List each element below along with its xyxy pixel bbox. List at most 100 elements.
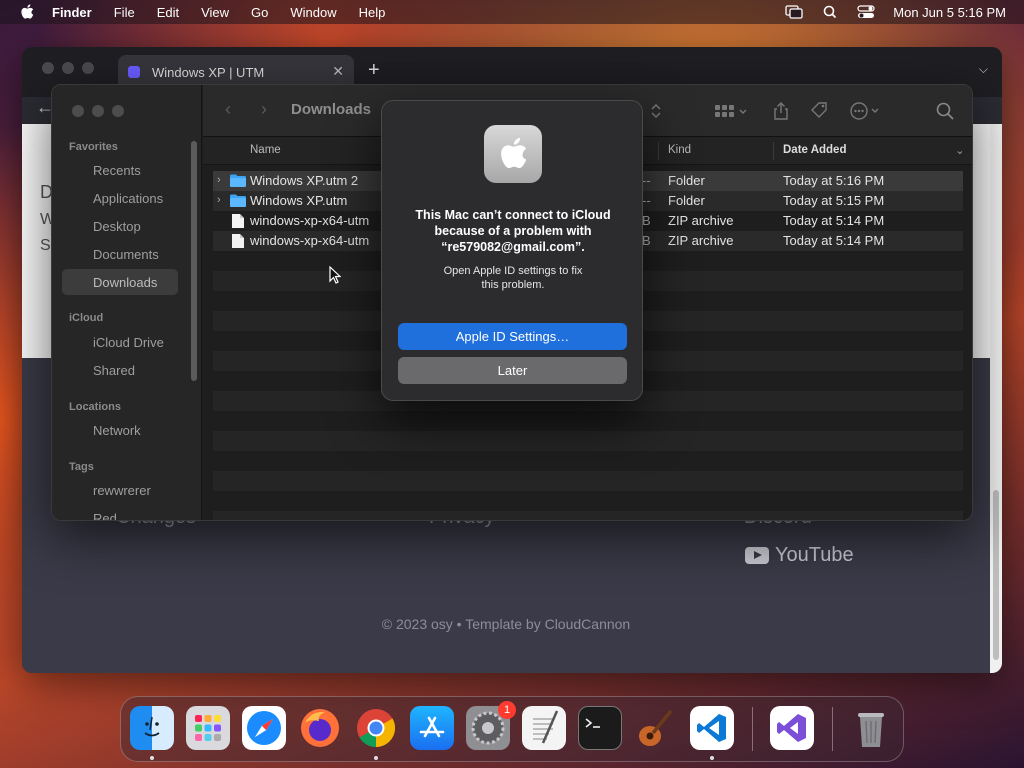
file-kind: Folder (668, 173, 705, 188)
sidebar-scrollbar[interactable] (191, 141, 197, 381)
dock-launchpad[interactable] (186, 706, 230, 750)
sidebar-item-icloud-drive[interactable]: iCloud Drive (62, 329, 178, 355)
firefox-icon (301, 709, 339, 747)
menu-app-name[interactable]: Finder (52, 5, 92, 20)
footer-youtube-link[interactable]: YouTube (745, 544, 854, 567)
sidebar-header-favorites: Favorites (69, 141, 118, 153)
dock-trash[interactable] (849, 706, 893, 750)
sort-chevron-icon[interactable]: ⌄ (955, 143, 965, 157)
safari-compass-icon (247, 711, 281, 745)
browser-close-dot[interactable] (42, 62, 54, 74)
path-updown-icon[interactable] (650, 101, 662, 121)
file-name: windows-xp-x64-utm (250, 233, 370, 248)
sidebar-item-recents[interactable]: Recents (62, 157, 178, 183)
menu-edit[interactable]: Edit (157, 5, 179, 20)
dock-safari[interactable] (242, 706, 286, 750)
file-size: -- (642, 173, 651, 188)
launchpad-grid-icon (195, 715, 221, 741)
sidebar-item-network[interactable]: Network (62, 417, 178, 443)
menu-window[interactable]: Window (290, 5, 336, 20)
file-date-added: Today at 5:15 PM (783, 193, 885, 208)
system-settings-app-icon (484, 125, 542, 183)
file-size: B (642, 233, 651, 248)
document-icon (232, 234, 244, 248)
column-kind[interactable]: Kind (668, 144, 691, 156)
app-store-icon (419, 716, 445, 738)
later-button[interactable]: Later (398, 357, 627, 384)
dock-textedit[interactable] (522, 706, 566, 750)
file-kind: ZIP archive (668, 213, 734, 228)
screen-mirroring-icon[interactable] (785, 5, 803, 19)
menu-view[interactable]: View (201, 5, 229, 20)
file-date-added: Today at 5:14 PM (783, 233, 885, 248)
textedit-icon (533, 710, 559, 744)
dock-finder[interactable] (130, 706, 174, 750)
tag-icon[interactable] (809, 101, 829, 121)
file-date-added: Today at 5:14 PM (783, 213, 885, 228)
browser-minimize-dot[interactable] (62, 62, 74, 74)
sidebar-item-tag[interactable]: Red (62, 505, 178, 521)
sidebar-item-downloads[interactable]: Downloads (62, 269, 178, 295)
sidebar-item-documents[interactable]: Documents (62, 241, 178, 267)
trash-icon (858, 713, 884, 747)
browser-zoom-dot[interactable] (82, 62, 94, 74)
forward-chevron-icon[interactable]: › (261, 99, 267, 120)
icloud-alert-dialog: This Mac can’t connect to iCloud because… (381, 100, 643, 401)
dock-firefox[interactable] (298, 706, 342, 750)
tab-list-chevron-icon[interactable]: ⌵ (979, 62, 988, 77)
column-name[interactable]: Name (250, 144, 281, 156)
new-tab-icon[interactable]: + (368, 59, 380, 82)
running-indicator (710, 756, 714, 760)
sidebar-item-applications[interactable]: Applications (62, 185, 178, 211)
alert-message-line: Open Apple ID settings to fix (443, 265, 583, 277)
utm-favicon-icon (128, 66, 140, 78)
browser-scrollbar[interactable] (990, 124, 1002, 673)
dock-visual-studio[interactable] (770, 706, 814, 750)
browser-tab-title: Windows XP | UTM (152, 64, 265, 80)
dock-garageband[interactable] (634, 706, 678, 750)
column-separator[interactable] (773, 142, 774, 160)
control-center-icon[interactable] (857, 5, 875, 19)
view-options-icon[interactable] (713, 101, 749, 121)
dock-app-store[interactable] (410, 706, 454, 750)
running-indicator (150, 756, 154, 760)
menu-help[interactable]: Help (359, 5, 386, 20)
dock-chrome[interactable] (354, 706, 398, 750)
spotlight-search-icon[interactable] (821, 5, 839, 19)
dock-vscode[interactable] (690, 706, 734, 750)
file-name: windows-xp-x64-utm (250, 213, 370, 228)
column-date-added[interactable]: Date Added (783, 144, 846, 156)
apple-id-settings-button[interactable]: Apple ID Settings… (398, 323, 627, 350)
folder-title: Downloads (291, 101, 372, 118)
menu-clock[interactable]: Mon Jun 5 5:16 PM (893, 5, 1006, 20)
apple-menu-icon[interactable] (20, 4, 34, 20)
menu-file[interactable]: File (114, 5, 135, 20)
back-chevron-icon[interactable]: ‹ (225, 99, 231, 120)
vscode-icon (697, 714, 726, 742)
column-separator[interactable] (658, 142, 659, 160)
search-icon[interactable] (935, 101, 955, 121)
disclosure-chevron-icon[interactable]: › (217, 174, 221, 186)
sidebar-item-desktop[interactable]: Desktop (62, 213, 178, 239)
alert-message: Open Apple ID settings to fix this probl… (402, 264, 624, 292)
sidebar-item-shared[interactable]: Shared (62, 357, 178, 383)
finder-zoom-button[interactable] (112, 105, 124, 117)
alert-message-line: this problem. (481, 279, 545, 291)
disclosure-chevron-icon[interactable]: › (217, 194, 221, 206)
visual-studio-icon (777, 714, 806, 742)
more-actions-icon[interactable] (849, 101, 883, 121)
menu-go[interactable]: Go (251, 5, 268, 20)
folder-icon (230, 174, 246, 187)
mouse-cursor-icon (329, 266, 341, 284)
finder-minimize-button[interactable] (92, 105, 104, 117)
finder-close-button[interactable] (72, 105, 84, 117)
share-icon[interactable] (771, 101, 791, 121)
chrome-icon (357, 709, 396, 748)
dock: 1 (120, 696, 904, 762)
sidebar-item-tag[interactable]: rewwrerer (62, 477, 178, 503)
dock-terminal[interactable] (578, 706, 622, 750)
alert-title-line: “re579082@gmail.com”. (441, 240, 585, 254)
tab-close-icon[interactable]: ✕ (332, 63, 344, 80)
footer-copyright: © 2023 osy • Template by CloudCannon (381, 616, 631, 632)
browser-scroll-thumb[interactable] (993, 490, 999, 660)
